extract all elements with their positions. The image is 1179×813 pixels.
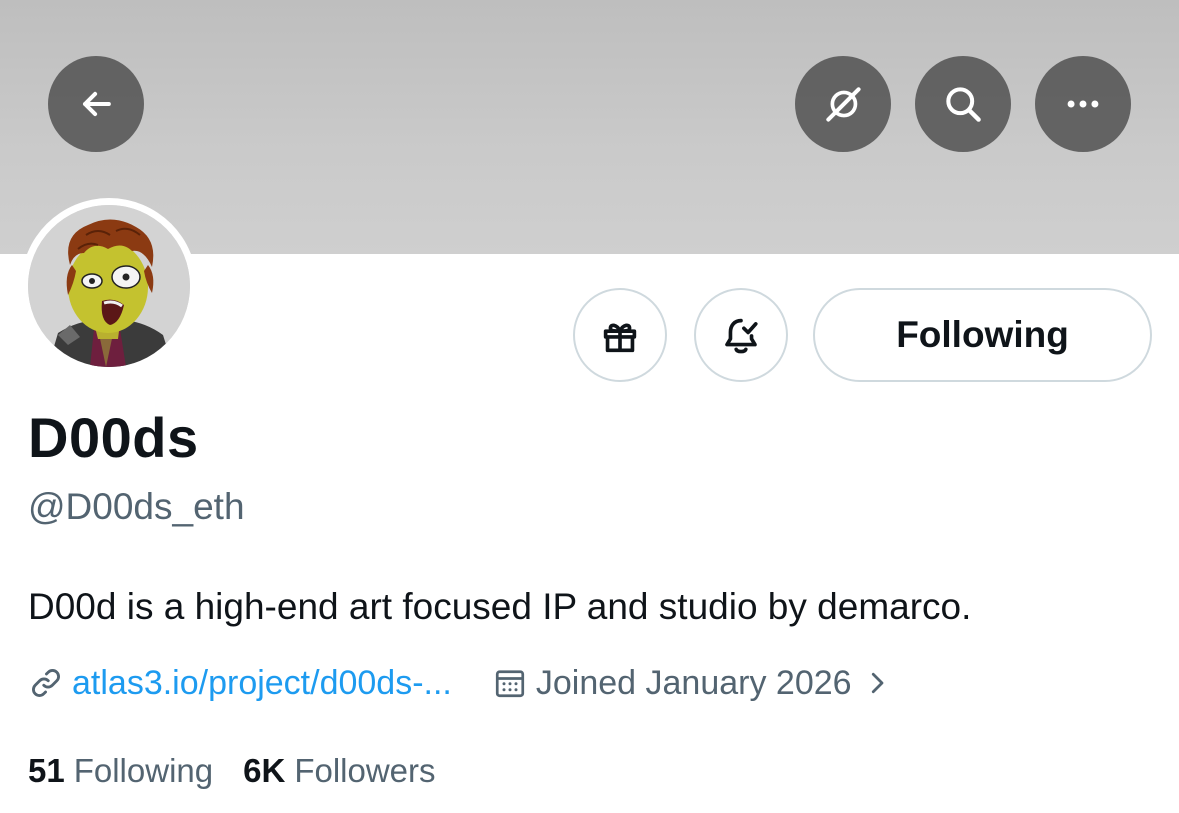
following-count-link[interactable]: 51 Following (28, 752, 213, 790)
gift-button[interactable] (573, 288, 667, 382)
arrow-left-icon (82, 91, 111, 117)
follow-stats: 51 Following 6K Followers (28, 748, 436, 794)
more-button[interactable] (1035, 56, 1131, 152)
avatar-border (21, 198, 197, 374)
following-count: 51 (28, 752, 65, 789)
bell-check-icon (725, 318, 758, 354)
notifications-button[interactable] (694, 288, 788, 382)
search-icon (946, 87, 981, 122)
chevron-right-icon (871, 672, 883, 694)
joined-date[interactable]: Joined January 2026 (492, 664, 892, 703)
followers-count: 6K (243, 752, 286, 789)
profile-meta: atlas3.io/project/d00ds-... Joined Janua… (28, 660, 892, 706)
grok-button[interactable] (795, 56, 891, 152)
grok-icon (826, 87, 861, 122)
username-handle: @D00ds_eth (28, 486, 245, 527)
following-button[interactable]: Following (813, 288, 1152, 382)
followers-count-link[interactable]: 6K Followers (243, 752, 435, 790)
gift-icon (603, 323, 637, 353)
joined-date-text: Joined January 2026 (535, 663, 852, 702)
more-horizontal-icon (1067, 100, 1099, 108)
followers-label: Followers (294, 752, 436, 789)
search-button[interactable] (915, 56, 1011, 152)
profile-bio: D00d is a high-end art focused IP and st… (28, 586, 972, 627)
calendar-icon (495, 670, 524, 698)
following-label: Following (73, 752, 214, 789)
link-icon (32, 669, 60, 697)
website-link-text[interactable]: atlas3.io/project/d00ds-... (72, 664, 452, 703)
display-name: D00ds (28, 406, 199, 469)
avatar[interactable] (28, 205, 190, 367)
cartoon-character-avatar-image (28, 205, 190, 367)
website-link[interactable]: atlas3.io/project/d00ds-... (28, 664, 452, 703)
back-button[interactable] (48, 56, 144, 152)
